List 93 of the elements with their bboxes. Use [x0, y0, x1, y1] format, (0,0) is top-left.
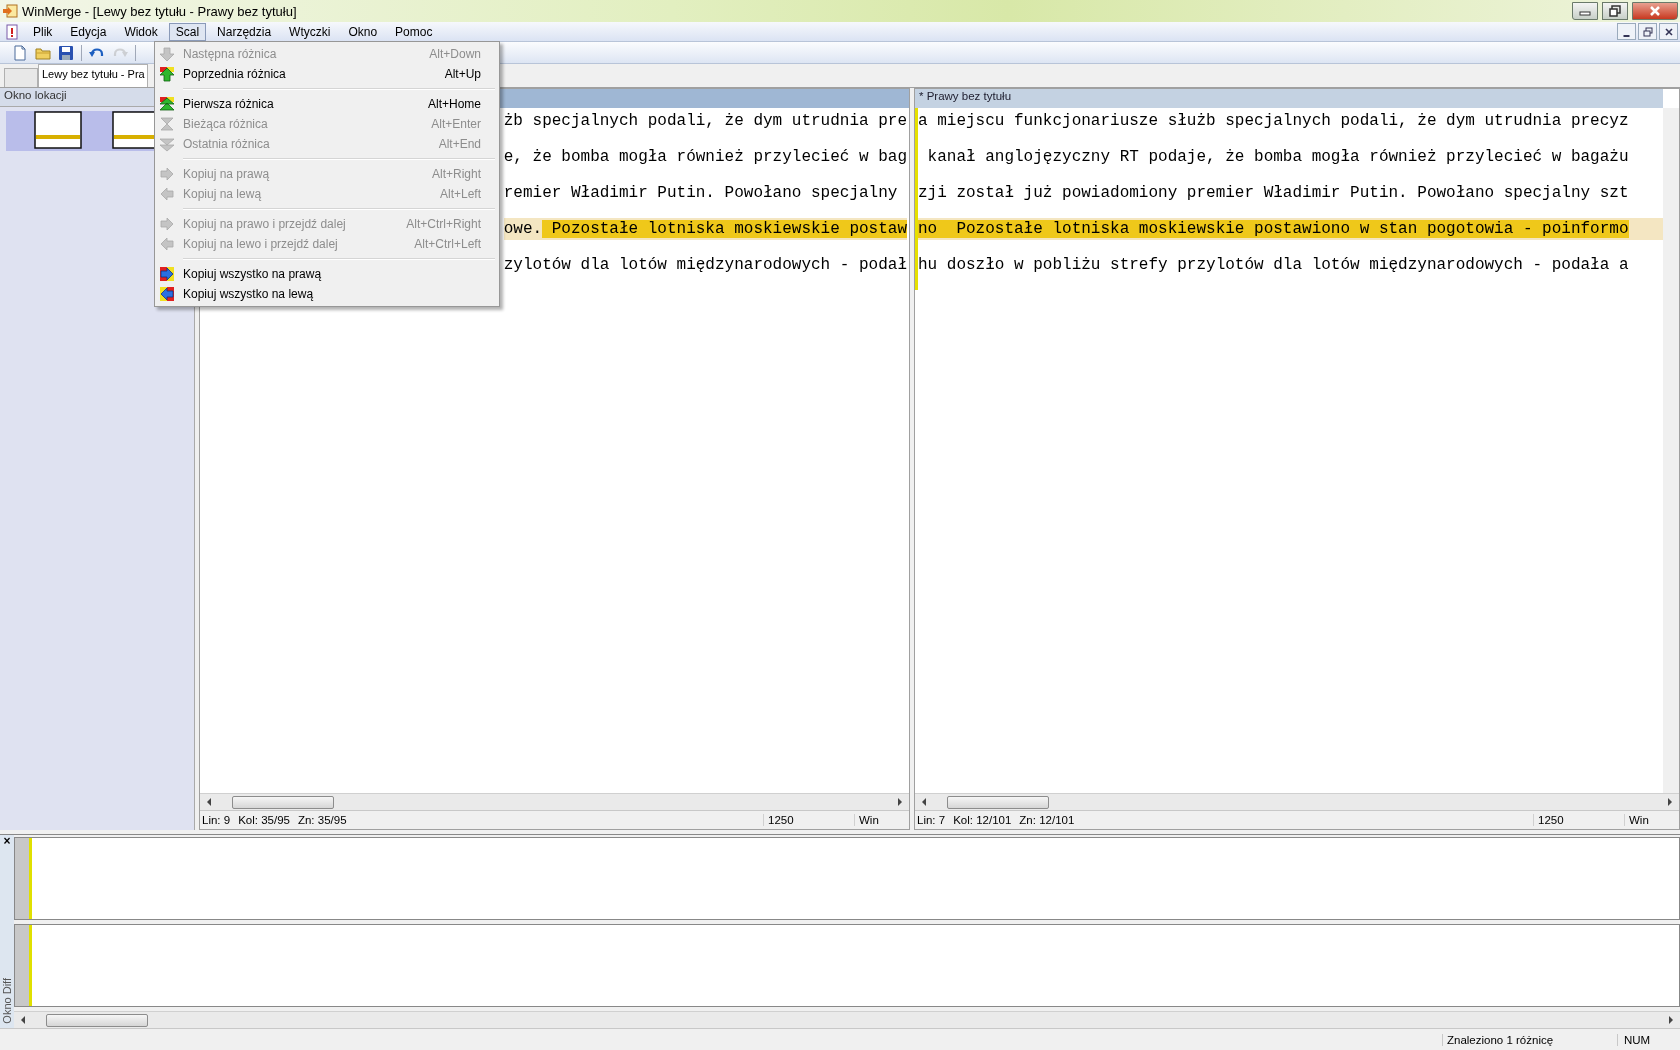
menu-item[interactable]: Narzędzia — [210, 22, 279, 41]
right-arrow-icon — [159, 216, 175, 232]
menu-item-label: Kopiuj wszystko na prawą — [183, 267, 323, 281]
shortcut-text: Alt+Down — [429, 47, 481, 61]
document-icon[interactable] — [4, 23, 20, 40]
menu-item[interactable]: Poprzednia różnica Alt+Up — [157, 64, 497, 84]
close-button[interactable] — [1632, 2, 1678, 20]
code-line: remier Władimir Putin. Powołano specjalny — [503, 183, 899, 204]
shortcut-text: Alt+Ctrl+Right — [406, 217, 481, 231]
left-arrow-icon — [159, 186, 175, 202]
shortcut-text: Alt+Right — [431, 167, 481, 181]
shortcut-text: Alt+Up — [444, 67, 481, 81]
status-text: Lin: 7 — [917, 814, 946, 826]
shortcut-text: Alt+Enter — [431, 117, 481, 131]
shortcut-text: Alt+End — [438, 137, 481, 151]
close-button[interactable] — [1659, 23, 1678, 40]
restore-button[interactable] — [1638, 23, 1657, 40]
pane-title: Okno Diff — [1, 978, 13, 1024]
line-ending-text: Win — [1624, 814, 1679, 826]
close-button[interactable]: × — [3, 835, 11, 847]
window-title: WinMerge - [Lewy bez tytułu - Prawy bez tytułu] — [22, 3, 297, 19]
menu-item-label: Kopiuj wszystko na lewą — [183, 287, 315, 301]
shortcut-text: Alt+Home — [427, 97, 481, 111]
scroll-thumb[interactable] — [232, 796, 334, 809]
down-arrow-icon — [159, 46, 175, 62]
code-line: kanał anglojęzyczny RT podaje, że bomba mogła również przylecieć w bagażu — [926, 147, 1630, 168]
menu-item[interactable]: Widok — [117, 22, 165, 41]
menu-item-label: Ostatnia różnica — [183, 137, 271, 151]
close-icon — [1663, 26, 1674, 37]
new-document-icon[interactable] — [12, 44, 28, 61]
left-arrow-icon — [159, 286, 175, 302]
menu-item-label: Bieżąca różnica — [183, 117, 269, 131]
menu-item[interactable]: Pomoc — [388, 22, 440, 41]
status-text: Zn: 12/101 — [1019, 814, 1075, 826]
left-arrow-icon[interactable] — [921, 798, 927, 806]
menu-item-label: Kopiuj na lewo i przejdź dalej — [183, 237, 339, 251]
right-arrow-icon — [159, 266, 175, 282]
codepage-text: 1250 — [1533, 814, 1624, 826]
shortcut-text: Alt+Left — [439, 187, 481, 201]
code-line: e, że bomba mogła również przylecieć w bag — [503, 147, 907, 168]
app-icon — [2, 3, 18, 19]
menu-item[interactable]: Plik — [26, 22, 60, 41]
horizontal-scrollbar[interactable] — [14, 1011, 1680, 1028]
minimize-button[interactable] — [1617, 23, 1636, 40]
status-text: Kol: 35/95 — [238, 814, 290, 826]
status-text: Lin: 9 — [202, 814, 231, 826]
num-lock-indicator: NUM — [1617, 1033, 1680, 1046]
code-line: żb specjalnych podali, że dym utrudnia pre — [503, 111, 907, 132]
double-down-arrow-icon — [159, 136, 175, 152]
document-tab[interactable]: Lewy bez tytułu - Pra — [38, 64, 148, 87]
up-arrow-icon — [159, 66, 175, 82]
left-arrow-icon[interactable] — [206, 798, 212, 806]
code-line: zylotów dla lotów międzynarodowych - podał — [503, 255, 907, 276]
code-line: hu doszło w pobliżu strefy przylotów dla lotów międzynarodowych - podała a — [918, 255, 1630, 276]
minimize-icon — [1623, 34, 1630, 37]
menu-item[interactable]: Scal — [168, 22, 207, 41]
status-message: Znaleziono 1 różnicę — [1442, 1033, 1617, 1046]
left-arrow-icon — [159, 236, 175, 252]
status-text: Zn: 35/95 — [297, 814, 347, 826]
menu-item-label: Kopiuj na lewą — [183, 187, 263, 201]
right-arrow-icon[interactable] — [1667, 798, 1673, 806]
menu-item[interactable]: Kopiuj wszystko na prawą — [157, 264, 497, 284]
right-arrow-icon[interactable] — [897, 798, 903, 806]
restore-icon — [1642, 26, 1653, 37]
vertical-scrollbar[interactable] — [1663, 108, 1679, 793]
menu-item-label: Następna różnica — [183, 47, 278, 61]
restore-icon — [1609, 5, 1621, 17]
scroll-thumb[interactable] — [46, 1014, 148, 1027]
shortcut-text: Alt+Ctrl+Left — [414, 237, 481, 251]
left-arrow-icon[interactable] — [20, 1016, 26, 1024]
save-icon[interactable] — [58, 44, 74, 61]
line-ending-text: Win — [854, 814, 909, 826]
close-icon — [1649, 5, 1661, 17]
status-text: Kol: 12/101 — [953, 814, 1012, 826]
restore-button[interactable] — [1602, 2, 1628, 20]
right-arrow-icon[interactable] — [1668, 1016, 1674, 1024]
hourglass-icon — [159, 116, 175, 132]
code-line: a miejscu funkcjonariusze służb specjalnych podali, że dym utrudnia precyz — [918, 111, 1630, 132]
menu-item[interactable]: Okno — [341, 22, 385, 41]
menu-item[interactable]: Kopiuj wszystko na lewą — [157, 284, 497, 304]
code-line: zji został już powiadomiony premier Władimir Putin. Powołano specjalny szt — [918, 183, 1630, 204]
horizontal-scrollbar[interactable] — [915, 793, 1679, 810]
pane-header: * Prawy bez tytułu — [915, 89, 1663, 108]
right-arrow-icon — [159, 166, 175, 182]
scroll-thumb[interactable] — [947, 796, 1049, 809]
double-up-arrow-icon — [159, 96, 175, 112]
menu-item[interactable]: Edycja — [63, 22, 114, 41]
menu-item[interactable]: Wtyczki — [282, 22, 338, 41]
menu-item-label: Poprzednia różnica — [183, 67, 287, 81]
codepage-text: 1250 — [763, 814, 854, 826]
horizontal-scrollbar[interactable] — [200, 793, 909, 810]
menu-item-label: Kopiuj na prawą — [183, 167, 271, 181]
menu-item-label: Kopiuj na prawo i przejdź dalej — [183, 217, 347, 231]
